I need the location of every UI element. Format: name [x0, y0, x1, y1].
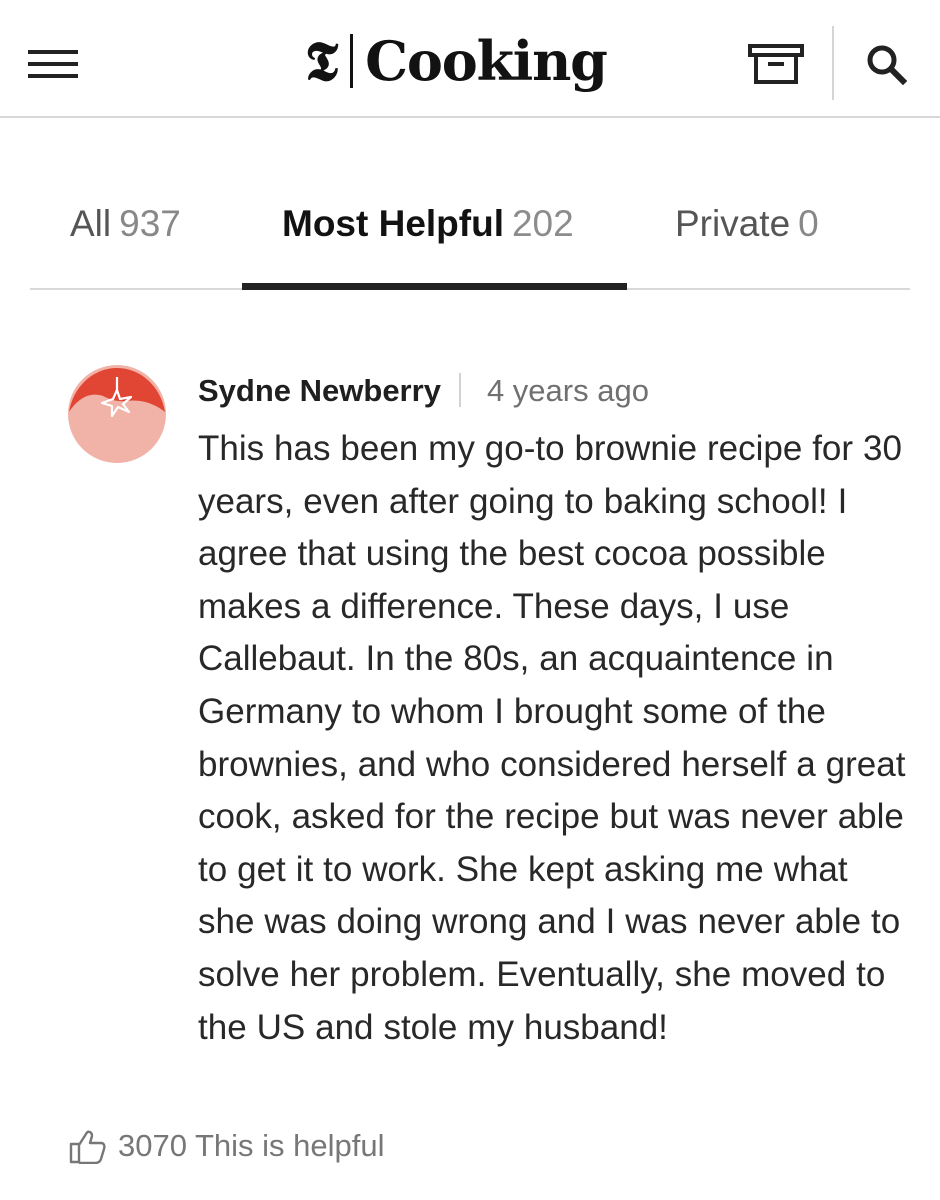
active-tab-underline: [242, 283, 627, 290]
tab-label: Most Helpful: [282, 203, 504, 244]
brand-name: Cooking: [365, 29, 608, 93]
helpful-button[interactable]: 3070 This is helpful: [68, 1125, 385, 1167]
tab-label: All: [70, 203, 112, 244]
tab-label: Private: [675, 203, 791, 244]
search-icon[interactable]: [864, 43, 908, 85]
thumbs-up-icon: [69, 1130, 106, 1164]
top-navigation-bar: 𝕿 Cooking: [0, 0, 940, 118]
comment-author[interactable]: Sydne Newberry: [198, 375, 441, 406]
helpful-label: This is helpful: [194, 1128, 385, 1163]
recipe-box-icon[interactable]: [748, 42, 804, 86]
logo-divider: [350, 34, 354, 88]
comment-body: Sydne Newberry 4 years ago This has been…: [198, 365, 918, 1054]
tab-most-helpful[interactable]: Most Helpful 202: [282, 202, 574, 246]
hamburger-menu-icon[interactable]: [28, 50, 78, 78]
header-divider: [832, 26, 834, 100]
tab-count: 0: [798, 203, 819, 244]
helpful-count: 3070: [118, 1128, 187, 1163]
tab-all[interactable]: All 937: [70, 202, 181, 246]
comment-text: This has been my go-to brownie recipe fo…: [198, 429, 906, 1047]
comment-filter-tabs: All 937 Most Helpful 202 Private 0: [30, 180, 910, 290]
tab-count: 202: [511, 203, 574, 244]
comment-timestamp: 4 years ago: [486, 372, 649, 408]
nyt-cooking-logo[interactable]: 𝕿 Cooking: [305, 28, 608, 94]
comment-card: Sydne Newberry 4 years ago This has been…: [68, 365, 918, 1165]
comment-meta: Sydne Newberry 4 years ago: [198, 365, 918, 415]
tomato-avatar-icon[interactable]: [68, 365, 166, 463]
meta-divider: [458, 373, 461, 407]
tab-count: 937: [119, 203, 181, 244]
nyt-t-logo: 𝕿: [305, 29, 339, 93]
tab-private[interactable]: Private 0: [675, 202, 819, 246]
